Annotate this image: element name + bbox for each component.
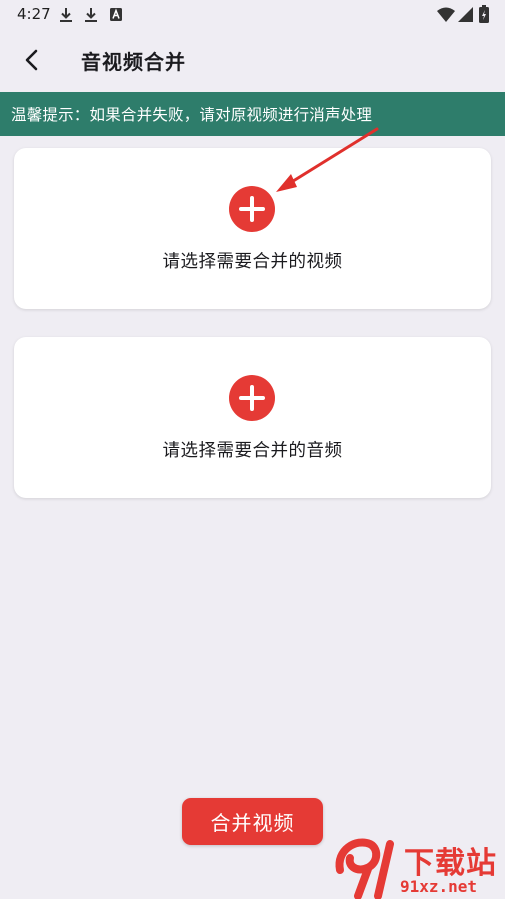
watermark: 下载站 91xz.net — [334, 836, 505, 899]
merge-video-button[interactable]: 合并视频 — [182, 798, 323, 845]
tip-banner: 温馨提示：如果合并失败，请对原视频进行消声处理 — [0, 92, 505, 136]
add-audio-button[interactable] — [229, 375, 275, 421]
select-audio-label: 请选择需要合并的音频 — [162, 441, 343, 461]
plus-icon — [239, 385, 265, 411]
select-video-card[interactable]: 请选择需要合并的视频 — [14, 148, 491, 309]
watermark-logo-icon — [335, 838, 394, 899]
app-bar: 音视频合并 — [0, 30, 505, 88]
plus-icon — [239, 196, 265, 222]
battery-charging-icon — [479, 5, 489, 23]
select-video-label: 请选择需要合并的视频 — [162, 252, 343, 272]
watermark-text: 下载站 — [404, 846, 497, 881]
select-audio-card[interactable]: 请选择需要合并的音频 — [14, 337, 491, 498]
signal-icon — [458, 7, 473, 22]
tip-text: 温馨提示：如果合并失败，请对原视频进行消声处理 — [11, 106, 373, 124]
text-a-icon — [110, 8, 122, 21]
download-icon — [85, 8, 97, 22]
status-bar: 4:27 — [0, 0, 505, 30]
status-time: 4:27 — [17, 5, 51, 23]
wifi-icon — [437, 7, 455, 22]
watermark-domain: 91xz.net — [400, 877, 478, 896]
back-button[interactable] — [14, 42, 50, 78]
add-video-button[interactable] — [229, 186, 275, 232]
page-title: 音视频合并 — [81, 50, 186, 74]
chevron-left-icon — [25, 49, 38, 71]
download-icon — [60, 8, 72, 22]
